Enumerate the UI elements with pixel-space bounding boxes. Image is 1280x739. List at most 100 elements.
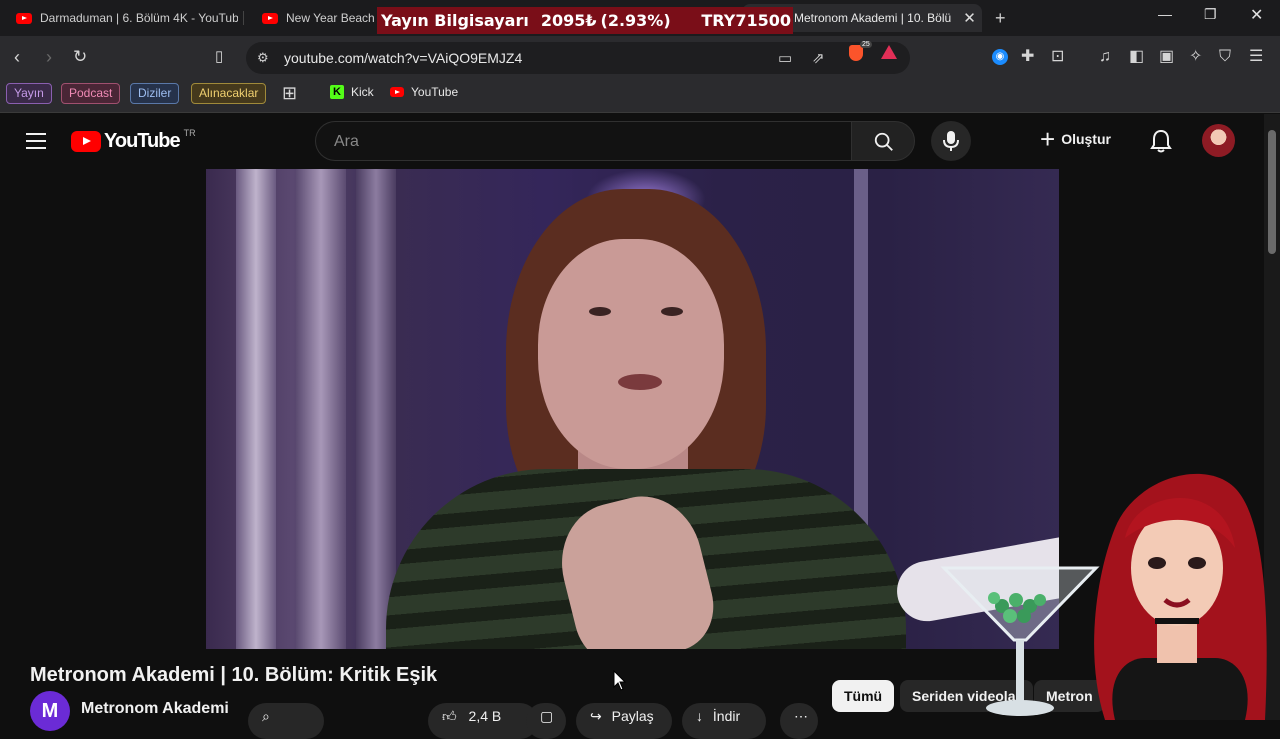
video-person-eye bbox=[661, 307, 683, 316]
download-icon: ↓ bbox=[696, 708, 703, 724]
new-tab-button[interactable]: + bbox=[995, 8, 1006, 29]
channel-name[interactable]: Metronom Akademi bbox=[81, 700, 229, 718]
media-music-icon[interactable]: ♫ bbox=[1099, 48, 1111, 66]
apps-grid-icon[interactable]: ⊞ bbox=[282, 83, 297, 104]
tab-title: Metronom Akademi | 10. Bölü bbox=[794, 11, 952, 25]
tab-title: New Year Beach V bbox=[286, 11, 382, 25]
bookmark-icon[interactable]: ▯ bbox=[215, 48, 223, 66]
search-input[interactable]: Ara bbox=[315, 121, 851, 161]
search-icon bbox=[874, 132, 893, 151]
tab-separator bbox=[243, 11, 244, 25]
logo-wordmark: YouTube bbox=[104, 130, 181, 152]
video-title: Metronom Akademi | 10. Bölüm: Kritik Eşi… bbox=[30, 664, 438, 686]
mouse-cursor-icon bbox=[613, 670, 627, 691]
dislike-button[interactable]: ▢ bbox=[526, 703, 566, 739]
window-close-icon[interactable]: ✕ bbox=[1250, 5, 1263, 25]
video-person-eye bbox=[589, 307, 611, 316]
bookmark-alinacaklar[interactable]: Alınacaklar bbox=[191, 83, 267, 104]
back-arrow-icon[interactable]: ‹ bbox=[14, 48, 20, 66]
tab-title: Darmaduman | 6. Bölüm 4K - YouTub bbox=[40, 11, 238, 25]
thumbs-up-icon: 👍︎ bbox=[442, 708, 457, 724]
kick-icon: K bbox=[330, 85, 344, 99]
brave-shields-count: 25 bbox=[860, 41, 872, 48]
bookmark-label: YouTube bbox=[411, 85, 459, 99]
search-button[interactable] bbox=[851, 121, 915, 161]
menu-icon[interactable]: ☰ bbox=[1249, 48, 1263, 66]
url-text[interactable]: youtube.com/watch?v=VAiQO9EMJZ4 bbox=[284, 50, 522, 66]
streamer-avatar-overlay bbox=[1094, 473, 1267, 720]
ticker-change: (2.93%) bbox=[600, 11, 671, 30]
price-ticker-overlay: Yayın Bilgisayarı 2095₺ (2.93%) TRY71500 bbox=[377, 7, 793, 34]
create-label: Oluştur bbox=[1061, 131, 1111, 147]
youtube-icon bbox=[390, 87, 404, 97]
channel-row: M Metronom Akademi bbox=[30, 691, 229, 731]
youtube-favicon-icon bbox=[262, 12, 278, 24]
minimize-icon[interactable]: — bbox=[1158, 6, 1172, 22]
reload-icon[interactable]: ↻ bbox=[73, 48, 87, 66]
voice-search-button[interactable] bbox=[931, 121, 971, 161]
address-toolbar: ‹ › ↻ ▯ ⚙ youtube.com/watch?v=VAiQO9EMJZ… bbox=[0, 36, 1280, 80]
country-code: TR bbox=[183, 127, 196, 138]
address-bar[interactable]: ⚙ youtube.com/watch?v=VAiQO9EMJZ4 ▭ ⇗ bbox=[246, 42, 910, 74]
search-icon: ⌕ bbox=[262, 708, 270, 724]
plus-icon: + bbox=[1040, 124, 1056, 154]
background-curtain bbox=[296, 169, 346, 649]
share-label: Paylaş bbox=[611, 708, 654, 724]
tab-darmaduman[interactable]: Darmaduman | 6. Bölüm 4K - YouTub bbox=[6, 4, 238, 32]
chip-all[interactable]: Tümü bbox=[832, 680, 895, 712]
channel-search-button[interactable]: ⌕ bbox=[248, 703, 324, 739]
forward-arrow-icon[interactable]: › bbox=[46, 48, 52, 66]
like-button[interactable]: 👍︎ 2,4 B bbox=[428, 703, 538, 739]
youtube-logo[interactable]: YouTube TR bbox=[71, 127, 196, 153]
restore-icon[interactable]: ❐ bbox=[1204, 6, 1217, 23]
share-button[interactable]: ↪ Paylaş bbox=[576, 703, 672, 739]
cocktail-glass-overlay bbox=[940, 566, 1100, 716]
extension-blue-icon[interactable]: ◉ bbox=[992, 49, 1008, 65]
bookmark-podcast[interactable]: Podcast bbox=[61, 83, 121, 104]
site-info-icon[interactable]: ⚙ bbox=[257, 50, 269, 66]
like-count: 2,4 B bbox=[468, 708, 502, 724]
more-dots-icon: ⋯ bbox=[794, 708, 808, 724]
background-curtain bbox=[356, 169, 396, 649]
brave-rewards-icon[interactable] bbox=[881, 45, 897, 59]
bookmark-label: Kick bbox=[351, 85, 374, 99]
share-arrow-icon: ↪ bbox=[590, 708, 602, 724]
bookmarks-bar: Yayın Podcast Diziler Alınacaklar ⊞ K Ki… bbox=[0, 80, 1280, 113]
search-placeholder: Ara bbox=[334, 133, 359, 150]
youtube-play-logo-icon bbox=[71, 131, 101, 152]
youtube-masthead: YouTube TR Ara + Oluştur bbox=[0, 114, 1264, 168]
bookmark-kick[interactable]: K Kick bbox=[330, 85, 374, 99]
create-button[interactable]: + Oluştur bbox=[1040, 124, 1111, 154]
channel-avatar[interactable]: M bbox=[30, 691, 70, 731]
more-actions-button[interactable]: ⋯ bbox=[780, 703, 818, 739]
leo-ai-icon[interactable]: ✧ bbox=[1189, 48, 1202, 66]
bookmark-yayin[interactable]: Yayın bbox=[6, 83, 52, 104]
tab-new-year-beach[interactable]: New Year Beach V bbox=[252, 4, 382, 32]
download-label: İndir bbox=[712, 708, 741, 724]
video-person-mouth bbox=[618, 374, 662, 390]
vpn-shield-icon[interactable]: ⛉ bbox=[1219, 48, 1231, 66]
tab-close-icon[interactable]: ✕ bbox=[963, 9, 976, 27]
ticker-label: Yayın Bilgisayarı bbox=[381, 11, 529, 30]
extensions-puzzle-icon[interactable]: ✚ bbox=[1021, 48, 1034, 66]
sidebar-icon[interactable]: ◧ bbox=[1129, 48, 1144, 66]
bookmark-diziler[interactable]: Diziler bbox=[130, 83, 180, 104]
download-button[interactable]: ↓ İndir bbox=[682, 703, 766, 739]
notifications-bell-icon[interactable] bbox=[1150, 129, 1172, 158]
cast-icon[interactable]: ▭ bbox=[778, 49, 792, 67]
microphone-icon bbox=[943, 131, 959, 151]
video-player[interactable] bbox=[206, 169, 1059, 649]
share-icon[interactable]: ⇗ bbox=[812, 49, 825, 67]
ticker-symbol: TRY71500 bbox=[701, 11, 791, 30]
scrollbar-thumb[interactable] bbox=[1268, 130, 1276, 254]
background-curtain bbox=[236, 169, 276, 649]
youtube-favicon-icon bbox=[16, 12, 32, 24]
bookmark-youtube[interactable]: YouTube bbox=[390, 85, 458, 99]
wallet-icon[interactable]: ▣ bbox=[1159, 48, 1174, 66]
guide-menu-icon[interactable] bbox=[26, 133, 46, 149]
screenshot-icon[interactable]: ⊡ bbox=[1051, 48, 1064, 66]
video-person-face bbox=[538, 239, 724, 469]
thumbs-down-icon: ▢ bbox=[540, 708, 554, 724]
ticker-price: 2095₺ bbox=[540, 11, 597, 30]
account-avatar[interactable] bbox=[1202, 124, 1235, 157]
